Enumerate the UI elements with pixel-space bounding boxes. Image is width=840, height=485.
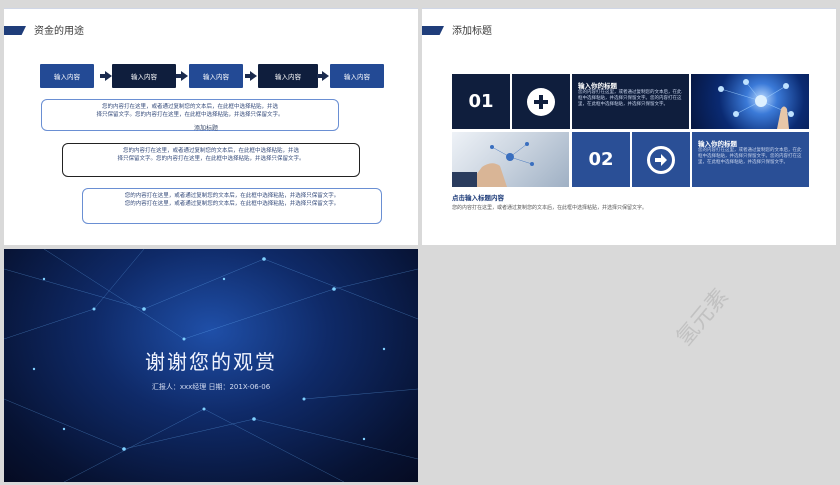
text-box-line: 您的内容打在这里，或者通过复制您的文本后，在此框中选择粘贴，并选择只保留文字。	[124, 201, 340, 207]
title-tag-marker	[4, 26, 26, 35]
arrow-right-icon	[176, 71, 188, 81]
watermark-text: 氢元素	[672, 284, 734, 351]
subtitle: 点击输入标题内容	[452, 194, 504, 202]
flow-step-3: 输入内容	[189, 64, 243, 88]
flow-step-2: 输入内容	[112, 64, 176, 88]
flow-step-4: 输入内容	[258, 64, 318, 88]
card-text: 您的内容打在这里，或者通过复制您的文本后，在此框中选择粘贴，并选择只保留文字。您…	[578, 90, 682, 107]
hand-touch-network-image	[691, 74, 809, 129]
slide-thumbnail-3[interactable]: 谢谢您的观赏 汇报人：xxx经理 日期：201X-06-06	[4, 249, 418, 482]
thank-you-title: 谢谢您的观赏	[145, 350, 277, 374]
info-card-2: 输入你的标题 您的内容打在这里，或者通过复制您的文本后，在此框中选择粘贴，并选择…	[692, 132, 809, 187]
card-text: 您的内容打在这里，或者通过复制您的文本后，在此框中选择粘贴，并选择只保留文字。您…	[698, 148, 802, 165]
number-tile-02: 02	[572, 132, 630, 187]
card-title: 输入你的标题	[578, 82, 617, 90]
text-box-2: 您的内容打在这里，或者通过复制您的文本后，在此框中选择粘贴，并选 择只保留文字。…	[62, 143, 360, 177]
plus-tile	[512, 74, 570, 129]
arrow-circle-icon	[647, 145, 675, 174]
card-title: 输入你的标题	[698, 140, 737, 148]
text-box-3: 您的内容打在这里，或者通过复制您的文本后，在此框中选择粘贴，并选择只保留文字。 …	[82, 188, 382, 224]
flow-step-1: 输入内容	[40, 64, 94, 88]
box-label: 添加标题	[194, 125, 219, 132]
arrow-tile	[632, 132, 690, 187]
number-tile-01: 01	[452, 74, 510, 129]
slide-thumbnail-2[interactable]: 添加标题 01 输入你的标题 您的内容打在这里，或者通过复制您的文本后，在此框中…	[422, 8, 836, 245]
slide-top-border	[422, 8, 836, 10]
slide-top-border	[4, 8, 418, 10]
arrow-right-icon	[100, 71, 112, 81]
plus-icon	[527, 87, 555, 116]
reporter-date-line: 汇报人：xxx经理 日期：201X-06-06	[151, 383, 271, 391]
text-box-line: 您的内容打在这里，或者通过复制您的文本后，在此框中选择粘贴，并选	[101, 104, 278, 110]
arrow-right-icon	[245, 71, 257, 81]
business-hand-image	[452, 132, 569, 187]
title-tag-marker	[422, 26, 444, 35]
text-box-1: 您的内容打在这里，或者通过复制您的文本后，在此框中选择粘贴，并选 择只保留文字。…	[41, 99, 339, 131]
text-box-line: 您的内容打在这里，或者通过复制您的文本后，在此框中选择粘贴，并选	[122, 148, 299, 154]
arrow-right-icon	[317, 71, 329, 81]
text-box-line: 择只保留文字。您的内容打在这里，在此框中选择粘贴，并选择只保留文字。	[96, 112, 284, 118]
text-box-line: 您的内容打在这里，或者通过复制您的文本后，在此框中选择粘贴，并选择只保留文字。	[124, 193, 340, 199]
info-card-1: 输入你的标题 您的内容打在这里，或者通过复制您的文本后，在此框中选择粘贴，并选择…	[572, 74, 689, 129]
slide-title: 资金的用途	[34, 26, 84, 37]
text-box-line: 择只保留文字。您的内容打在这里，在此框中选择粘贴，并选择只保留文字。	[117, 156, 305, 162]
flow-step-5: 输入内容	[330, 64, 384, 88]
slide-title: 添加标题	[452, 26, 492, 37]
slide-thumbnail-1[interactable]: 资金的用途 输入内容 输入内容 输入内容 输入内容 输入内容 您的内容打在这里，…	[4, 8, 418, 245]
subtitle-text: 您的内容打在这里，或者通过复制您的文本后，在此框中选择粘贴，并选择只保留文字。	[452, 205, 648, 211]
